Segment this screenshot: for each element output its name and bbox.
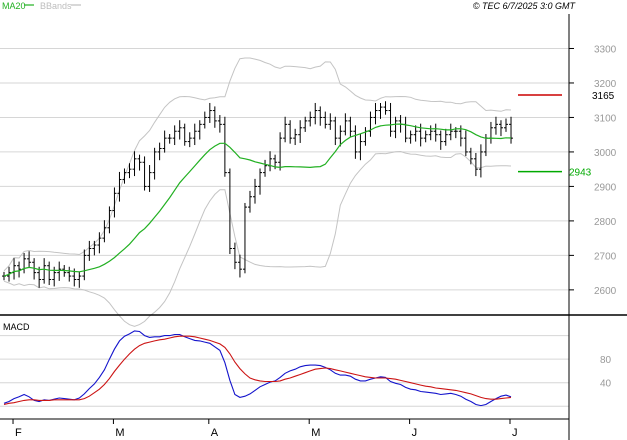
price-tick-label: 3000 <box>594 148 617 159</box>
level-label: 3165 <box>592 91 615 102</box>
price-tick-label: 3100 <box>594 113 617 124</box>
legend: MA20 BBands <box>2 1 81 11</box>
macd-title: MACD <box>3 322 30 332</box>
timestamp: © TEC 6/7/2025 3:0 GMT <box>473 1 577 11</box>
price-tick-label: 3300 <box>594 44 617 55</box>
price-tick-label: 2700 <box>594 251 617 262</box>
price-tick-label: 2900 <box>594 182 617 193</box>
macd-tick-label: 40 <box>600 379 612 390</box>
x-tick-label: F <box>15 427 22 439</box>
x-tick-label: M <box>311 427 320 439</box>
price-tick-label: 2800 <box>594 217 617 228</box>
price-tick-label: 3200 <box>594 79 617 90</box>
x-tick-label: J <box>512 427 518 439</box>
macd-tick-label: 80 <box>600 355 612 366</box>
price-tick-label: 2600 <box>594 286 617 297</box>
legend-bbands: BBands <box>40 1 72 11</box>
x-tick-label: A <box>211 427 219 439</box>
chart-background <box>0 0 627 440</box>
x-tick-label: M <box>115 427 124 439</box>
legend-ma20: MA20 <box>2 1 26 11</box>
level-label: 2943 <box>569 168 592 179</box>
x-tick-label: J <box>412 427 418 439</box>
stock-chart: MA20 BBands © TEC 6/7/2025 3:0 GMT 3165 2… <box>0 0 627 440</box>
